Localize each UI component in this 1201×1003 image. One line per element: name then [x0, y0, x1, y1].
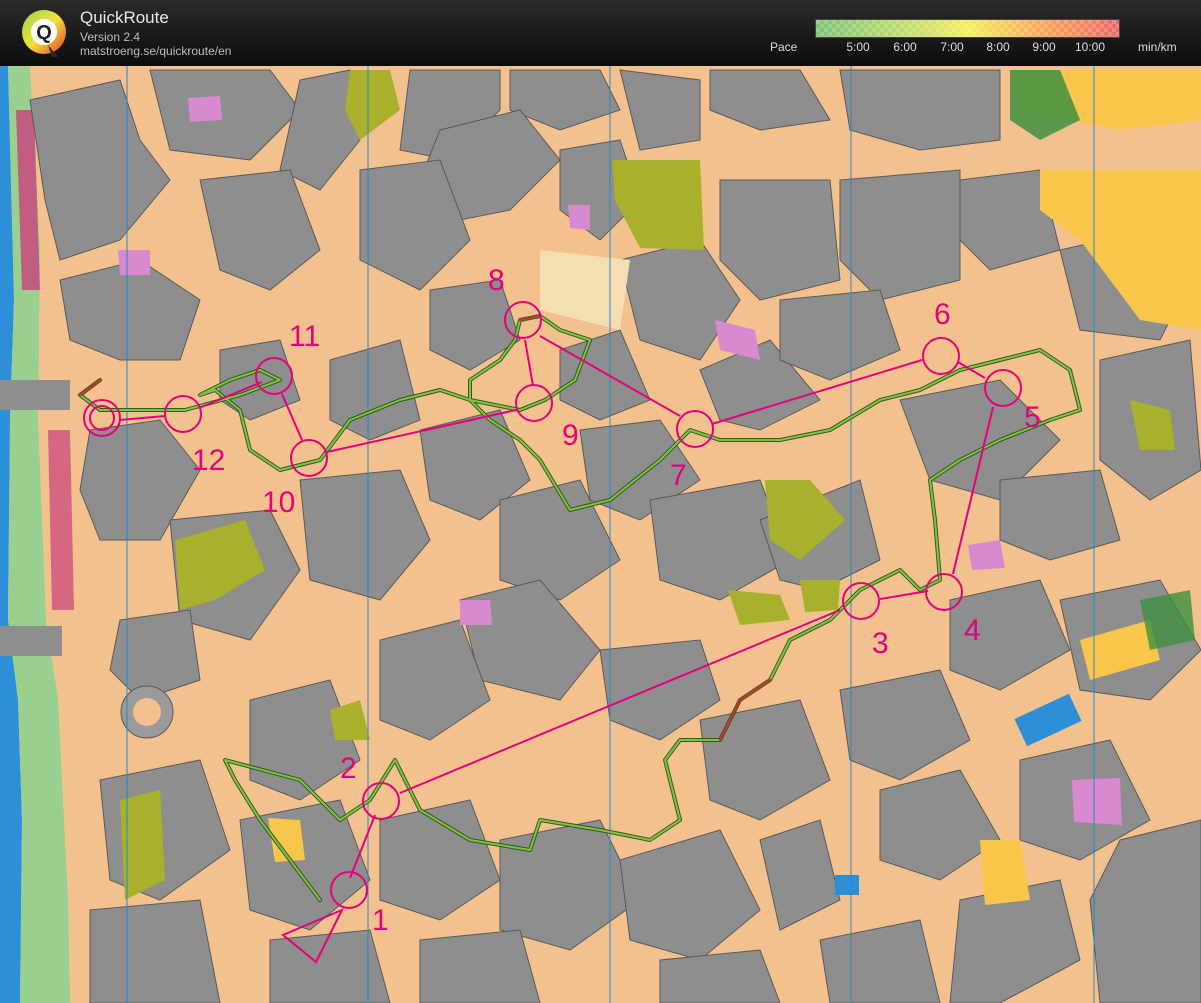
control-number: 7: [670, 459, 687, 492]
pace-tick: 5:00: [846, 40, 870, 54]
control-number: 9: [562, 419, 579, 452]
pace-tick: 9:00: [1032, 40, 1056, 54]
pond: [835, 875, 859, 895]
pace-tick-labels: 5:00 6:00 7:00 8:00 9:00 10:00: [815, 40, 1135, 56]
svg-text:Q: Q: [36, 22, 52, 44]
app-url-link[interactable]: matstroeng.se/quickroute/en: [80, 44, 231, 58]
header-bar: Q QuickRoute Version 2.4 matstroeng.se/q…: [0, 0, 1201, 66]
pace-label: Pace: [770, 40, 798, 54]
control-number: 3: [872, 627, 889, 660]
pace-tick: 10:00: [1074, 40, 1106, 54]
control-number: 5: [1024, 401, 1041, 434]
bridge: [0, 380, 70, 410]
app-version: Version 2.4: [80, 30, 141, 44]
pace-tick: 7:00: [940, 40, 964, 54]
pace-color-scale: [815, 19, 1120, 38]
pace-tick: 6:00: [893, 40, 917, 54]
control-number: 4: [964, 614, 981, 647]
control-number: 2: [340, 752, 357, 785]
pace-unit: min/km: [1138, 40, 1177, 54]
quickroute-window: Q QuickRoute Version 2.4 matstroeng.se/q…: [0, 0, 1201, 1003]
quickroute-logo-icon: Q: [22, 10, 66, 57]
control-number: 1: [372, 904, 389, 937]
control-number: 6: [934, 298, 951, 331]
pace-tick: 8:00: [986, 40, 1010, 54]
map-canvas[interactable]: 1 2 3 4 5 6 7 8 9 10 11 12: [0, 66, 1201, 1003]
bridge: [0, 626, 62, 656]
app-title: QuickRoute: [80, 8, 169, 27]
control-number: 11: [289, 320, 320, 353]
orienteering-map: 1 2 3 4 5 6 7 8 9 10 11 12: [0, 66, 1201, 1003]
control-number: 12: [192, 444, 225, 477]
control-number: 8: [488, 264, 505, 297]
green-area: [1140, 590, 1195, 650]
control-number: 10: [262, 486, 295, 519]
